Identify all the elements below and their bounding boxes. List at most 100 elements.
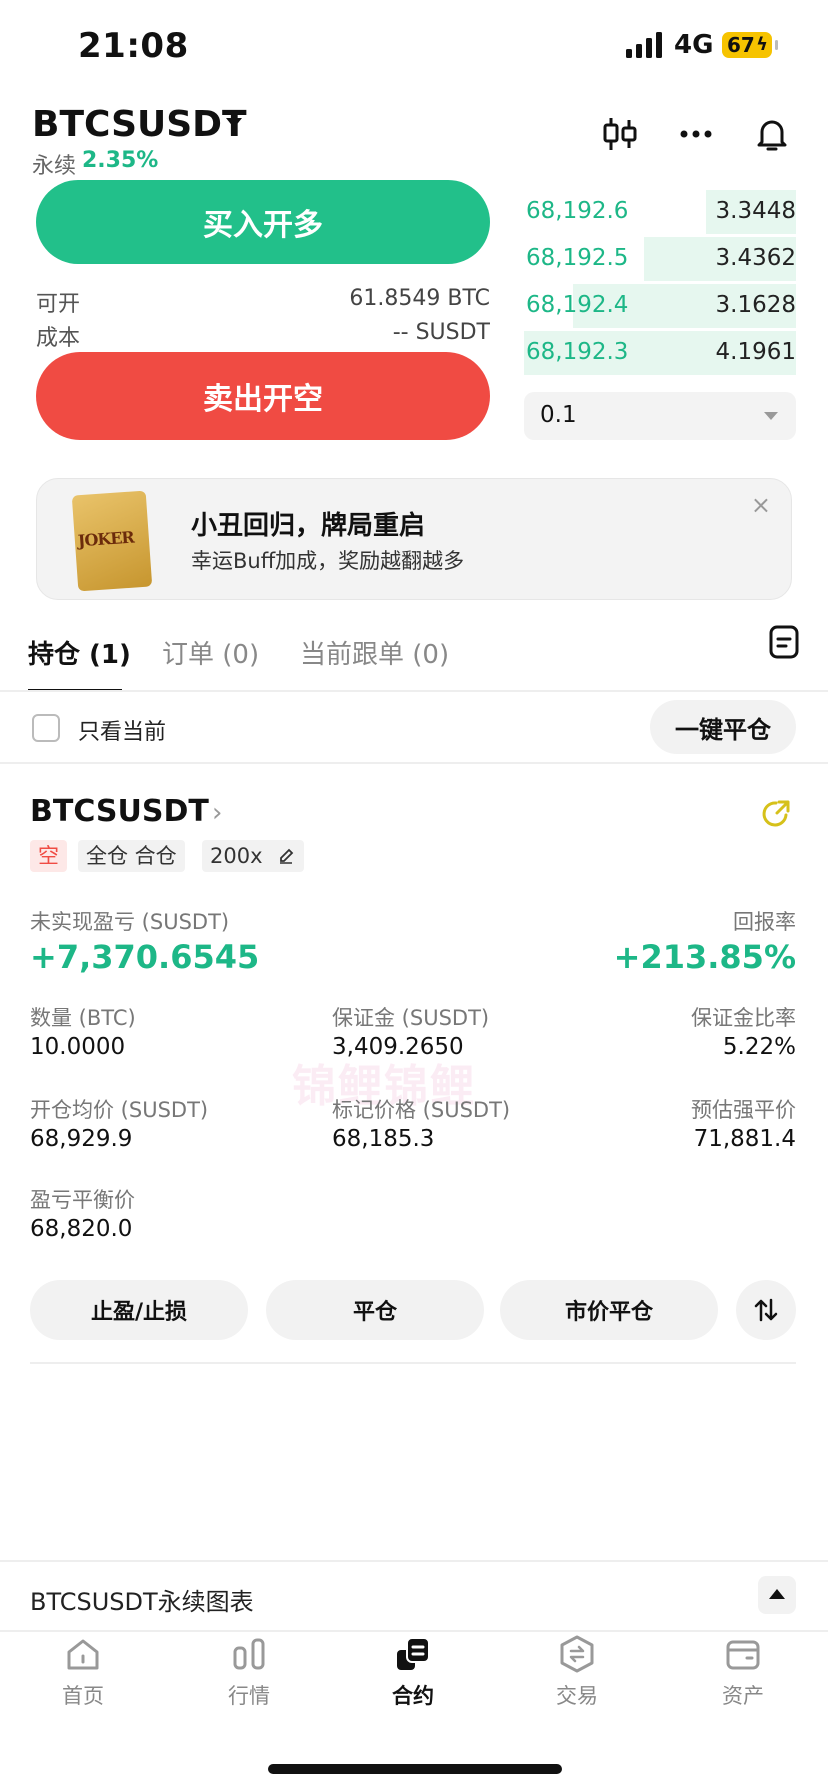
banner-title: 小丑回归，牌局重启 bbox=[191, 511, 426, 541]
roe-value: +213.85% bbox=[613, 938, 796, 976]
orderbook-price: 68,192.3 bbox=[526, 339, 629, 365]
orderbook-row[interactable]: 68,192.6 3.3448 bbox=[524, 190, 796, 234]
caret-down-icon bbox=[764, 412, 778, 420]
signal-icon bbox=[626, 32, 662, 58]
breakeven-value: 68,820.0 bbox=[30, 1216, 133, 1242]
margin-label: 保证金 (SUSDT) bbox=[332, 1006, 490, 1030]
perp-label: 永续 bbox=[32, 154, 77, 179]
divider bbox=[0, 690, 828, 692]
tab-copy-orders[interactable]: 当前跟单 (0) bbox=[300, 634, 449, 671]
entry-price-value: 68,929.9 bbox=[30, 1126, 133, 1152]
price-change: 2.35% bbox=[82, 148, 159, 173]
orderbook-row[interactable]: 68,192.3 4.1961 bbox=[524, 331, 796, 375]
nav-label: 首页 bbox=[62, 1684, 104, 1708]
orderbook-price: 68,192.5 bbox=[526, 245, 629, 271]
leverage-value: 200x bbox=[210, 844, 263, 868]
available-label: 可开 bbox=[36, 292, 81, 317]
margin-mode-tag: 全仓 合仓 bbox=[78, 840, 185, 872]
orderbook-row[interactable]: 68,192.4 3.1628 bbox=[524, 284, 796, 328]
orderbook-qty: 3.3448 bbox=[715, 198, 796, 224]
caret-up-icon bbox=[769, 1589, 785, 1599]
close-icon[interactable]: × bbox=[751, 491, 771, 519]
nav-label: 资产 bbox=[722, 1684, 764, 1708]
more-icon[interactable] bbox=[676, 114, 716, 154]
joker-card-image: JOKER bbox=[71, 490, 153, 592]
liq-price-label: 预估强平价 bbox=[691, 1098, 796, 1122]
only-current-label[interactable]: 只看当前 bbox=[78, 714, 166, 746]
banner-subtitle: 幸运Buff加成，奖励越翻越多 bbox=[191, 549, 465, 573]
home-icon bbox=[67, 1639, 99, 1670]
nav-assets[interactable]: 资产 bbox=[688, 1634, 798, 1734]
margin-ratio-label: 保证金比率 bbox=[691, 1006, 796, 1030]
swap-vertical-icon bbox=[754, 1298, 778, 1322]
tp-sl-button[interactable]: 止盈/止损 bbox=[30, 1280, 248, 1340]
tab-orders[interactable]: 订单 (0) bbox=[162, 634, 259, 671]
pnl-label: 未实现盈亏 (SUSDT) bbox=[30, 910, 230, 934]
chart-bar-title[interactable]: BTCSUSDT永续图表 bbox=[30, 1582, 254, 1617]
divider bbox=[0, 1630, 828, 1632]
orderbook-price: 68,192.6 bbox=[526, 198, 629, 224]
orderbook-qty: 3.4362 bbox=[715, 245, 796, 271]
joker-card-text: JOKER bbox=[77, 527, 135, 551]
tab-positions[interactable]: 持仓 (1) bbox=[28, 634, 131, 671]
nav-markets[interactable]: 行情 bbox=[194, 1634, 304, 1734]
bell-icon[interactable] bbox=[752, 114, 792, 154]
status-time: 21:08 bbox=[78, 26, 189, 66]
pnl-value: +7,370.6545 bbox=[30, 938, 260, 976]
battery-level: 67 bbox=[727, 33, 755, 57]
amount-select-value: 0.1 bbox=[540, 402, 577, 428]
qty-value: 10.0000 bbox=[30, 1034, 126, 1060]
nav-futures[interactable]: 合约 bbox=[358, 1634, 468, 1734]
liq-price-value: 71,881.4 bbox=[693, 1126, 796, 1152]
sell-short-button[interactable]: 卖出开空 bbox=[36, 352, 490, 440]
side-tag: 空 bbox=[30, 840, 67, 872]
position-pair[interactable]: BTCSUSDT bbox=[30, 794, 209, 829]
nav-label: 交易 bbox=[556, 1684, 598, 1708]
mark-price-value: 68,185.3 bbox=[332, 1126, 435, 1152]
document-icon[interactable] bbox=[768, 624, 800, 660]
leverage-tag[interactable]: 200x bbox=[202, 840, 304, 872]
home-indicator bbox=[268, 1764, 562, 1774]
close-all-button[interactable]: 一键平仓 bbox=[650, 700, 796, 754]
nav-trade[interactable]: 交易 bbox=[522, 1634, 632, 1734]
promo-banner[interactable]: JOKER 小丑回归，牌局重启 幸运Buff加成，奖励越翻越多 × bbox=[36, 478, 792, 600]
buy-long-button[interactable]: 买入开多 bbox=[36, 180, 490, 264]
futures-icon bbox=[397, 1637, 430, 1670]
pair-title[interactable]: BTCSUSDT bbox=[32, 104, 247, 145]
qty-label: 数量 (BTC) bbox=[30, 1006, 136, 1030]
orderbook-qty: 3.1628 bbox=[715, 292, 796, 318]
chevron-right-icon[interactable]: › bbox=[212, 798, 222, 828]
cost-label: 成本 bbox=[36, 326, 81, 351]
battery-icon: 67 ϟ bbox=[722, 32, 778, 58]
markets-icon bbox=[233, 1638, 265, 1670]
divider bbox=[30, 1362, 796, 1364]
entry-price-label: 开仓均价 (SUSDT) bbox=[30, 1098, 209, 1122]
caret-down-icon[interactable] bbox=[226, 118, 242, 128]
share-icon[interactable] bbox=[760, 798, 792, 830]
divider bbox=[0, 1560, 828, 1562]
trade-icon bbox=[560, 1635, 594, 1673]
orderbook-row[interactable]: 68,192.5 3.4362 bbox=[524, 237, 796, 281]
nav-label: 合约 bbox=[392, 1684, 434, 1708]
available-value: 61.8549 BTC bbox=[349, 286, 490, 311]
orderbook-qty: 4.1961 bbox=[715, 339, 796, 365]
nav-home[interactable]: 首页 bbox=[28, 1634, 138, 1734]
roe-label: 回报率 bbox=[733, 910, 796, 934]
orderbook-price: 68,192.4 bbox=[526, 292, 629, 318]
reverse-position-button[interactable] bbox=[736, 1280, 796, 1340]
divider bbox=[0, 762, 828, 764]
expand-chart-button[interactable] bbox=[758, 1576, 796, 1614]
mark-price-label: 标记价格 (SUSDT) bbox=[332, 1098, 511, 1122]
breakeven-label: 盈亏平衡价 bbox=[30, 1188, 135, 1212]
edit-icon bbox=[280, 848, 294, 864]
amount-select[interactable]: 0.1 bbox=[524, 392, 796, 440]
candlestick-icon[interactable] bbox=[600, 114, 640, 154]
network-label: 4G bbox=[674, 30, 714, 60]
charging-icon: ϟ bbox=[756, 34, 768, 55]
close-position-button[interactable]: 平仓 bbox=[266, 1280, 484, 1340]
market-close-button[interactable]: 市价平仓 bbox=[500, 1280, 718, 1340]
margin-ratio-value: 5.22% bbox=[722, 1034, 796, 1060]
only-current-checkbox[interactable] bbox=[32, 714, 60, 742]
nav-label: 行情 bbox=[228, 1684, 270, 1708]
wallet-icon bbox=[726, 1640, 760, 1670]
